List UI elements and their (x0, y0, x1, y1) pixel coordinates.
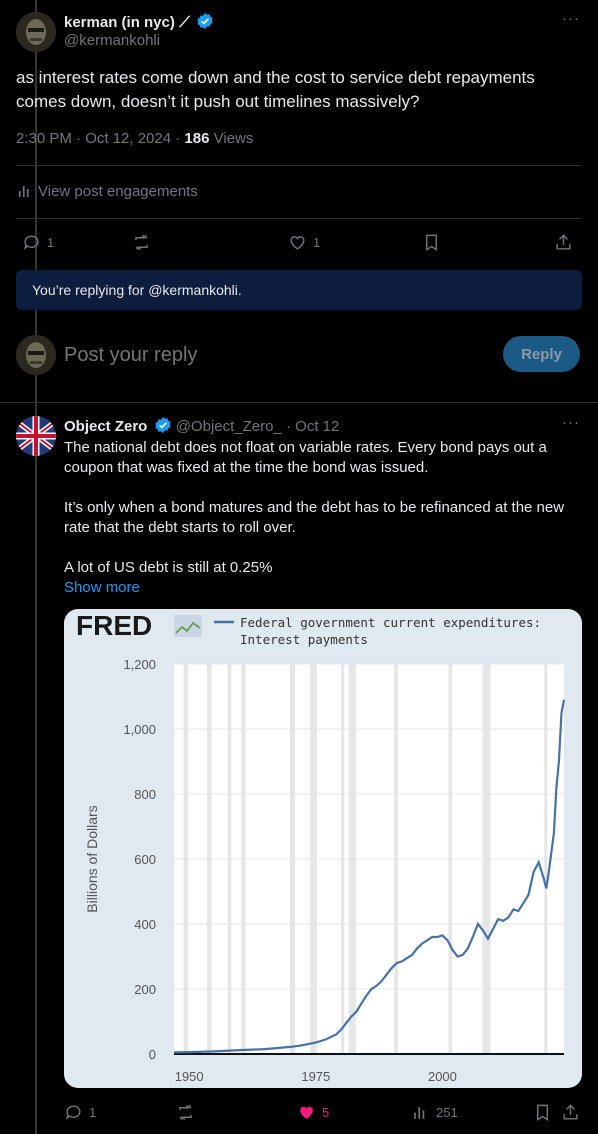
author-handle[interactable]: @kermankohli (64, 32, 160, 49)
reply-post-view-count: 251 (436, 1104, 458, 1120)
avatar-image (16, 12, 56, 52)
reply-action[interactable]: 1 (22, 233, 132, 252)
reply-post-bookmark-action[interactable] (533, 1103, 561, 1122)
repost-action[interactable] (132, 233, 288, 252)
composer-avatar (16, 335, 56, 375)
action-bar: 1 1 (22, 231, 578, 253)
reply-count: 1 (47, 234, 55, 250)
chart-header: FRED Federal government current expendit… (76, 610, 541, 647)
x-tick-label: 1975 (301, 1069, 330, 1084)
composer-avatar-image (16, 335, 56, 375)
fred-logo: FRED (76, 610, 152, 641)
views-label: Views (209, 130, 254, 147)
verified-badge-icon (197, 12, 213, 30)
bookmark-icon (426, 234, 437, 251)
views-count: 186 (184, 130, 210, 147)
reply-post-repost-action[interactable] (176, 1103, 297, 1122)
x-tick-label: 2000 (428, 1069, 457, 1084)
post-text: as interest rates come down and the cost… (16, 68, 535, 111)
x-tick-label: 1950 (175, 1069, 204, 1084)
heart-icon (290, 235, 305, 250)
avatar[interactable] (16, 12, 56, 52)
legend-line-1: Federal government current expenditures: (240, 615, 541, 630)
chart-card[interactable]: FRED Federal government current expendit… (64, 609, 582, 1088)
verified-badge-icon (154, 416, 171, 434)
reply-button[interactable]: Reply (503, 336, 580, 372)
divider (16, 165, 582, 166)
reply-input[interactable] (64, 340, 484, 370)
author-row: kerman (in nyc) ⟋ (64, 12, 214, 32)
share-icon (563, 1103, 578, 1120)
reply-text: The national debt does not float on vari… (64, 438, 584, 598)
fred-chart: FRED Federal government current expendit… (76, 610, 566, 1084)
y-tick-label: 400 (134, 917, 156, 932)
repost-icon (135, 234, 148, 250)
like-count: 1 (313, 234, 321, 250)
reply-paragraph: The national debt does not float on vari… (64, 439, 547, 476)
reply-paragraph: It’s only when a bond matures and the de… (64, 499, 565, 536)
author-emoji: ⟋ (179, 14, 190, 31)
like-action[interactable]: 1 (288, 233, 422, 252)
y-axis-label: Billions of Dollars (84, 805, 100, 912)
reply-post-like-count: 5 (322, 1104, 330, 1120)
y-tick-label: 200 (134, 982, 156, 997)
divider (16, 218, 582, 219)
reply-paragraph: A lot of US debt is still at 0.25% (64, 559, 273, 576)
bookmark-action[interactable] (422, 233, 554, 252)
y-tick-label: 1,000 (123, 722, 156, 737)
y-tick-label: 800 (134, 787, 156, 802)
y-tick-label: 0 (149, 1047, 156, 1062)
y-tick-label: 600 (134, 852, 156, 867)
reply-author-row: Object Zero @Object_Zero_ · Oct 12 (64, 416, 339, 435)
replying-banner: You’re replying for @kermankohli. (16, 270, 582, 310)
analytics-icon (414, 1106, 425, 1119)
post-time[interactable]: 2:30 PM · Oct 12, 2024 · (16, 130, 184, 147)
heart-filled-icon (300, 1106, 313, 1119)
reply-icon (65, 1104, 81, 1120)
y-tick-label: 1,200 (123, 657, 156, 672)
analytics-icon (19, 186, 29, 197)
reply-author-name[interactable]: Object Zero (64, 418, 147, 435)
reply-post-like-action[interactable]: 5 (297, 1103, 411, 1122)
reply-author-avatar[interactable] (16, 416, 56, 456)
share-icon (556, 233, 571, 250)
repost-icon (179, 1104, 192, 1120)
reply-author-avatar-image (16, 416, 56, 456)
view-engagements-link[interactable]: View post engagements (16, 182, 198, 200)
show-more-link[interactable]: Show more (64, 578, 584, 598)
reply-more-button[interactable]: ··· (562, 414, 580, 431)
more-button[interactable]: ··· (562, 10, 580, 27)
engagements-label: View post engagements (38, 182, 198, 200)
replying-banner-text: You’re replying for @kermankohli. (32, 282, 242, 298)
reply-post-share-action[interactable] (561, 1103, 580, 1122)
legend-line-2: Interest payments (240, 632, 368, 647)
reply-post-reply-action[interactable]: 1 (64, 1103, 176, 1122)
post-timestamp: 2:30 PM · Oct 12, 2024 · 186 Views (16, 130, 253, 147)
bookmark-icon (537, 1104, 548, 1121)
reply-icon (23, 234, 39, 250)
thread-line (35, 0, 37, 1134)
reply-author-handle[interactable]: @Object_Zero_ (176, 418, 282, 435)
reply-post-reply-count: 1 (89, 1104, 97, 1120)
fred-logo-graph-icon (174, 615, 202, 637)
reply-action-bar: 1 5 251 (64, 1102, 582, 1122)
share-action[interactable] (554, 233, 573, 252)
divider (0, 402, 598, 403)
author-name[interactable]: kerman (in nyc) (64, 14, 175, 31)
reply-date[interactable]: · Oct 12 (286, 418, 339, 435)
reply-post-views-action[interactable]: 251 (411, 1103, 533, 1122)
